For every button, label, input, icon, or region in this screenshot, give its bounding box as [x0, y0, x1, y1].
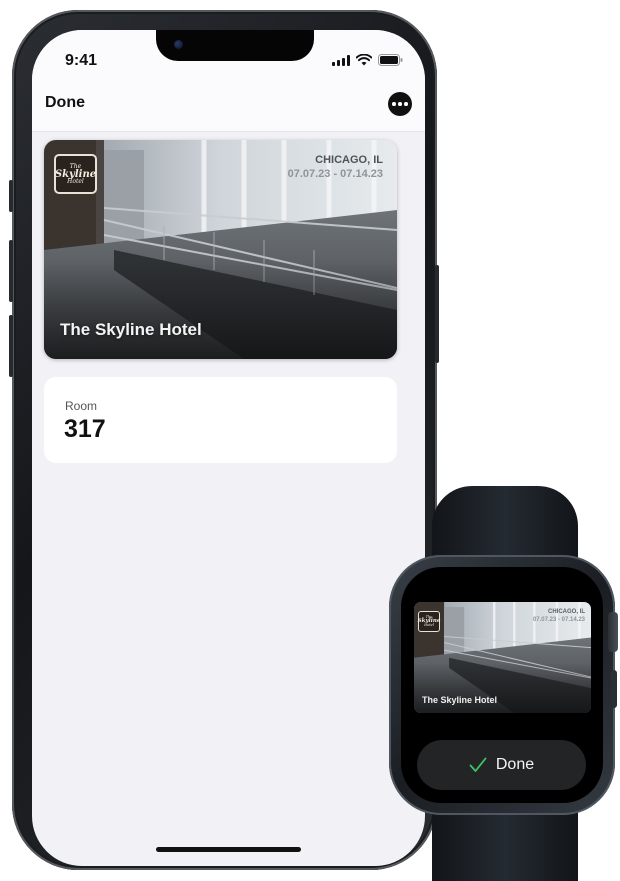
- pass-location: CHICAGO, IL: [315, 154, 383, 166]
- volume-up-button: [9, 240, 13, 302]
- iphone-device: 9:41 Done The Skyline Hotel CHICAGO, IL …: [9, 10, 439, 870]
- camera-notch: [156, 30, 314, 61]
- room-number: 317: [64, 415, 106, 443]
- digital-crown[interactable]: [608, 612, 618, 652]
- nav-bar: Done: [32, 80, 425, 132]
- watch-done-label: Done: [495, 756, 535, 773]
- volume-down-button: [9, 315, 13, 377]
- watch-pass-card[interactable]: The Skyline Hotel CHICAGO, IL 07.07.23 -…: [414, 602, 591, 713]
- pass-dates: 07.07.23 - 07.14.23: [287, 168, 383, 180]
- pass-hotel-name: The Skyline Hotel: [60, 320, 202, 339]
- silent-switch: [9, 180, 13, 212]
- done-button[interactable]: Done: [45, 94, 85, 112]
- pass-dates: 07.07.23 - 07.14.23: [532, 617, 585, 623]
- hotel-logo: The Skyline Hotel: [418, 611, 440, 632]
- pass-location: CHICAGO, IL: [548, 609, 585, 615]
- power-button: [435, 265, 439, 363]
- wifi-icon: [356, 54, 372, 66]
- checkmark-icon: [469, 757, 487, 772]
- home-indicator[interactable]: [156, 847, 301, 852]
- hotel-logo: The Skyline Hotel: [54, 154, 97, 194]
- status-icons: [332, 54, 403, 66]
- pass-hotel-name: The Skyline Hotel: [422, 695, 498, 705]
- battery-icon: [378, 54, 403, 66]
- phone-screen: 9:41 Done The Skyline Hotel CHICAGO, IL …: [32, 30, 425, 866]
- room-label: Room: [65, 399, 98, 413]
- ellipsis-circle-icon[interactable]: [388, 92, 412, 116]
- cellular-signal-icon: [332, 54, 350, 66]
- status-time: 9:41: [65, 52, 98, 69]
- hotel-pass-card[interactable]: The Skyline Hotel CHICAGO, IL 07.07.23 -…: [44, 140, 397, 359]
- watch-screen: The Skyline Hotel CHICAGO, IL 07.07.23 -…: [401, 567, 603, 803]
- watch-side-button[interactable]: [611, 670, 617, 708]
- room-info-card: Room 317: [44, 377, 397, 463]
- watch-done-button[interactable]: Done: [417, 740, 586, 790]
